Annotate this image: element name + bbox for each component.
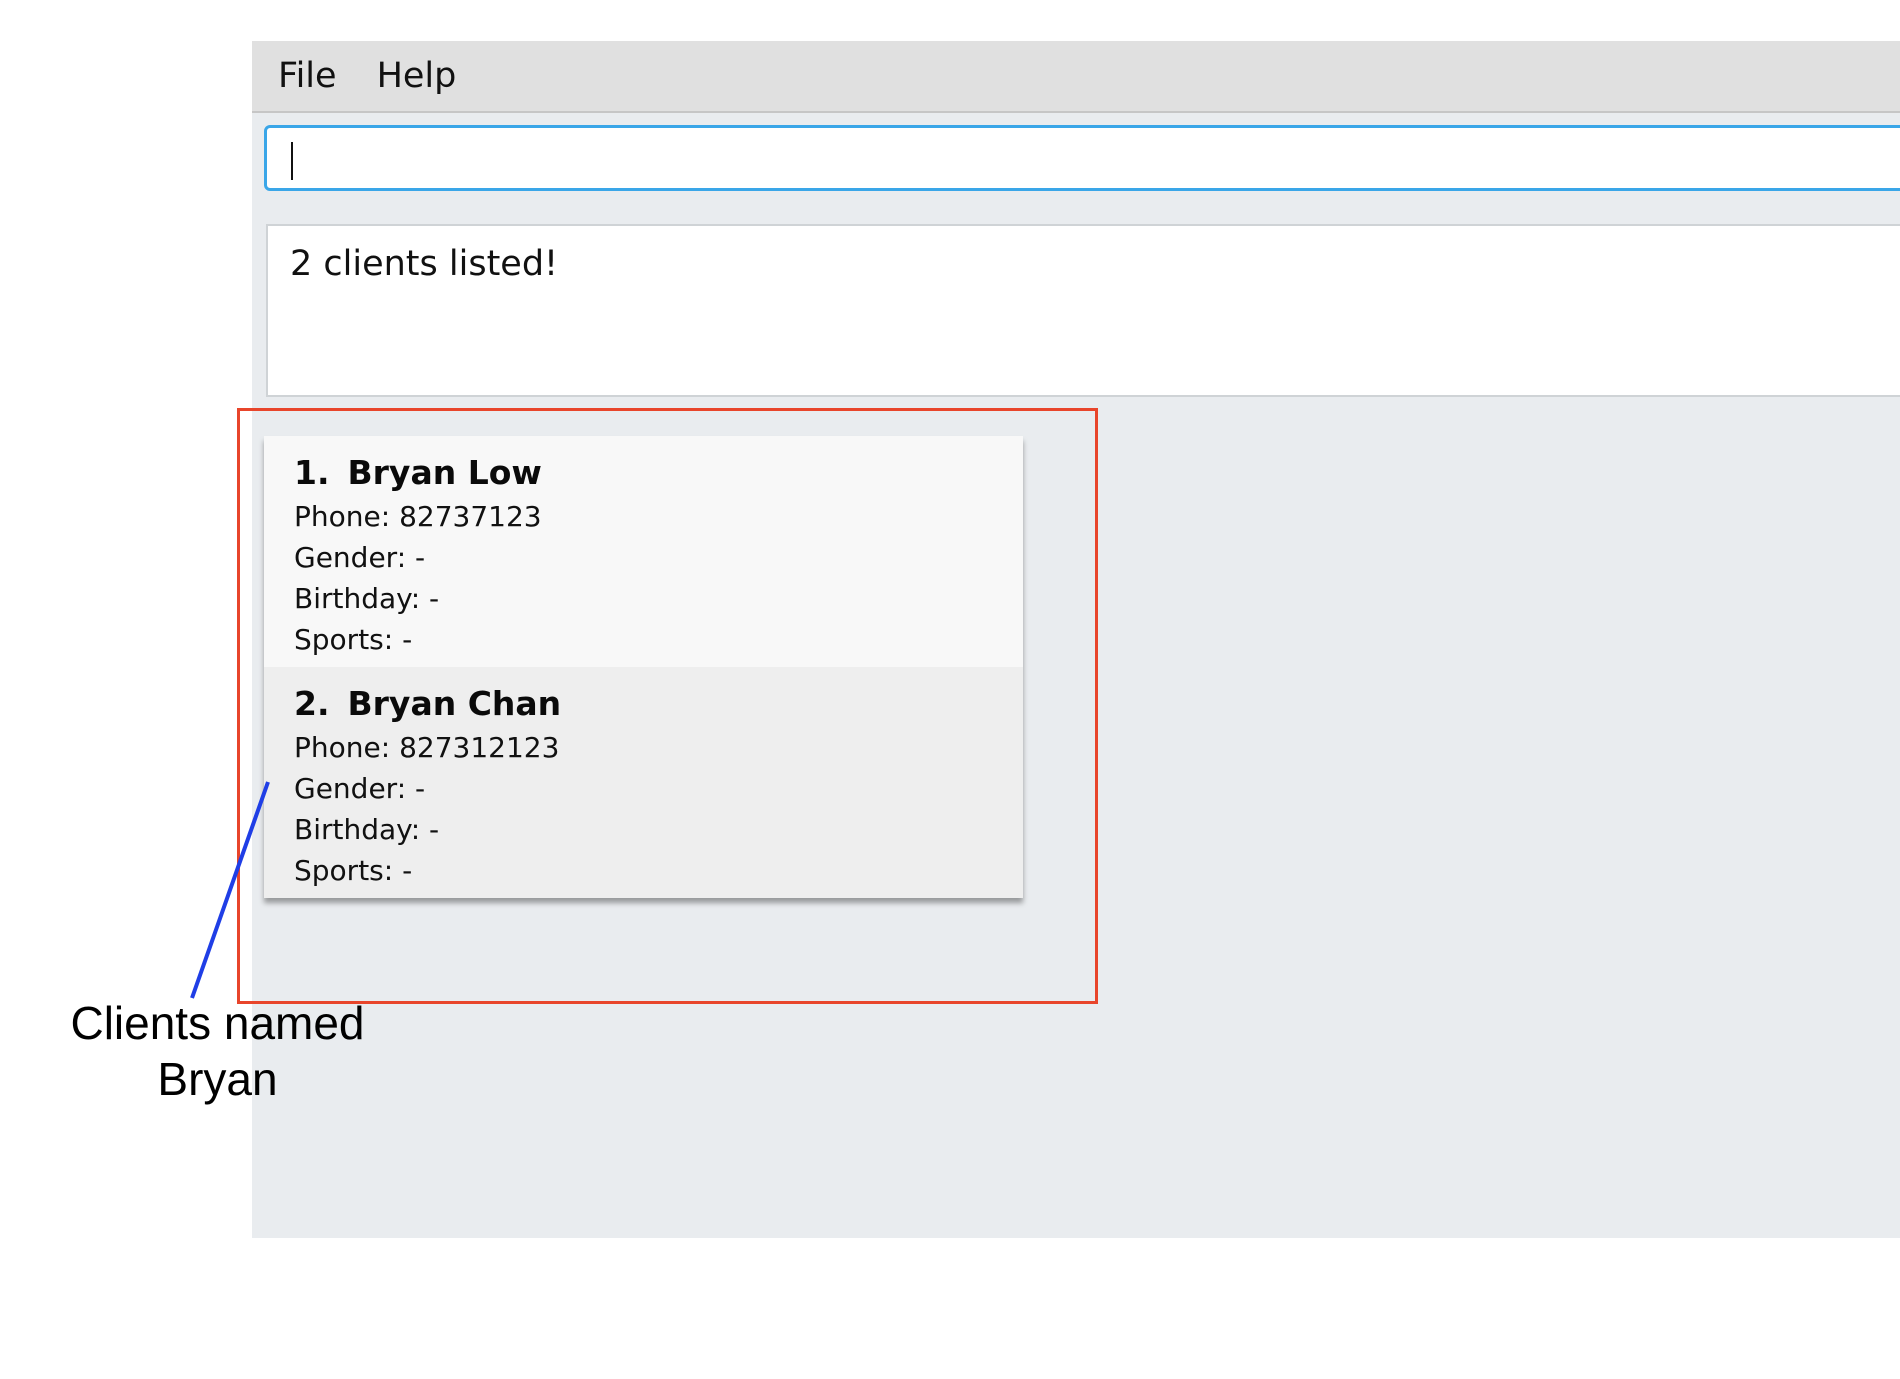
text-caret xyxy=(291,142,293,180)
annotation-line-2: Bryan xyxy=(157,1053,278,1105)
command-box[interactable] xyxy=(264,125,1900,191)
menu-file[interactable]: File xyxy=(252,56,357,96)
result-message: 2 clients listed! xyxy=(290,244,559,284)
highlight-box xyxy=(237,408,1098,1004)
annotation-line-1: Clients named xyxy=(70,997,365,1049)
annotation-label: Clients named Bryan xyxy=(40,995,395,1107)
menu-bar: File Help xyxy=(252,41,1900,113)
result-display: 2 clients listed! xyxy=(266,224,1900,397)
menu-help[interactable]: Help xyxy=(357,56,477,96)
command-input[interactable] xyxy=(267,128,1900,188)
